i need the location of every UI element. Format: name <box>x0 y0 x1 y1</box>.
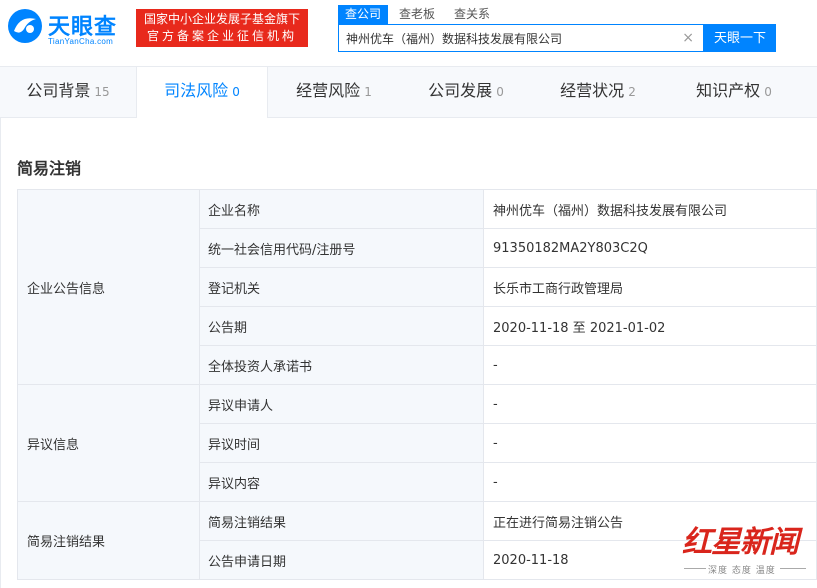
tab-label: 经营状况 <box>560 81 625 100</box>
tab-label: 公司发展 <box>428 81 493 100</box>
tab-operating-status[interactable]: 经营状况 2 <box>532 67 664 117</box>
row-value: - <box>483 423 817 463</box>
news-watermark: 红星新闻 深度 态度 温度 <box>680 517 812 579</box>
row-label: 全体投资人承诺书 <box>199 345 484 385</box>
row-value: 神州优车（福州）数据科技发展有限公司 <box>483 189 817 229</box>
watermark-subtext: 深度 态度 温度 <box>708 566 776 576</box>
watermark-text: 红星新闻 <box>682 525 799 560</box>
row-label: 登记机关 <box>199 267 484 307</box>
site-header: 天眼查 TianYanCha.com 国家中小企业发展子基金旗下 官方备案企业征… <box>0 0 817 64</box>
row-label: 异议申请人 <box>199 384 484 424</box>
row-value: 2020-11-18 至 2021-01-02 <box>483 306 817 346</box>
row-label: 企业名称 <box>199 189 484 229</box>
search-tab-relation[interactable]: 查关系 <box>447 5 497 24</box>
search-tab-company[interactable]: 查公司 <box>338 5 389 24</box>
tab-company-development[interactable]: 公司发展 0 <box>400 67 532 117</box>
tab-legal-risk[interactable]: 司法风险 0 <box>136 67 268 118</box>
tab-count: 0 <box>232 85 240 99</box>
row-label: 异议内容 <box>199 462 484 502</box>
tab-label: 知识产权 <box>696 81 761 100</box>
row-value: 91350182MA2Y803C2Q <box>483 228 817 268</box>
logo-eye-icon <box>8 9 42 43</box>
group-label-result: 简易注销结果 <box>17 501 200 580</box>
row-value: - <box>483 462 817 502</box>
tab-count: 0 <box>496 85 504 99</box>
table-row: 企业公告信息 企业名称 神州优车（福州）数据科技发展有限公司 <box>17 189 817 385</box>
group-label-enterprise-notice: 企业公告信息 <box>17 189 200 385</box>
tianyancha-logo[interactable]: 天眼查 TianYanCha.com <box>6 7 130 51</box>
tab-business-risk[interactable]: 经营风险 1 <box>268 67 400 117</box>
table-row: 异议信息 异议申请人 - <box>17 384 817 502</box>
group-label-objection: 异议信息 <box>17 384 200 502</box>
watermark-divider <box>684 568 706 569</box>
tab-label: 司法风险 <box>164 81 229 100</box>
row-label: 公告期 <box>199 306 484 346</box>
tab-count: 1 <box>364 85 372 99</box>
row-label: 简易注销结果 <box>199 501 484 541</box>
section-nav: 公司背景 15 司法风险 0 经营风险 1 公司发展 0 经营状况 2 知识产权 0 <box>0 66 817 118</box>
promo-line-2: 官方备案企业征信机构 <box>146 29 297 43</box>
tab-count: 0 <box>764 85 772 99</box>
promo-banner[interactable]: 国家中小企业发展子基金旗下 官方备案企业征信机构 <box>136 9 308 47</box>
row-value: - <box>483 345 817 385</box>
search-input[interactable] <box>339 25 679 51</box>
section-title: 简易注销 <box>17 159 82 178</box>
logo-url: TianYanCha.com <box>48 37 114 46</box>
promo-line-1: 国家中小企业发展子基金旗下 <box>143 12 300 26</box>
watermark-divider <box>780 568 806 569</box>
tab-count: 2 <box>628 85 636 99</box>
tab-intellectual-property[interactable]: 知识产权 0 <box>664 67 804 117</box>
tab-company-background[interactable]: 公司背景 15 <box>0 67 136 117</box>
search-box: × <box>338 24 704 52</box>
row-label: 统一社会信用代码/注册号 <box>199 228 484 268</box>
row-value: 长乐市工商行政管理局 <box>483 267 817 307</box>
clear-icon[interactable]: × <box>682 29 694 47</box>
row-label: 公告申请日期 <box>199 540 484 580</box>
search-tab-boss[interactable]: 查老板 <box>392 5 442 24</box>
content-border <box>0 118 1 588</box>
tab-label: 公司背景 <box>26 81 91 100</box>
tab-count: 15 <box>94 85 110 99</box>
row-value: - <box>483 384 817 424</box>
tab-label: 经营风险 <box>296 81 361 100</box>
search-button[interactable]: 天眼一下 <box>704 24 776 52</box>
row-label: 异议时间 <box>199 423 484 463</box>
